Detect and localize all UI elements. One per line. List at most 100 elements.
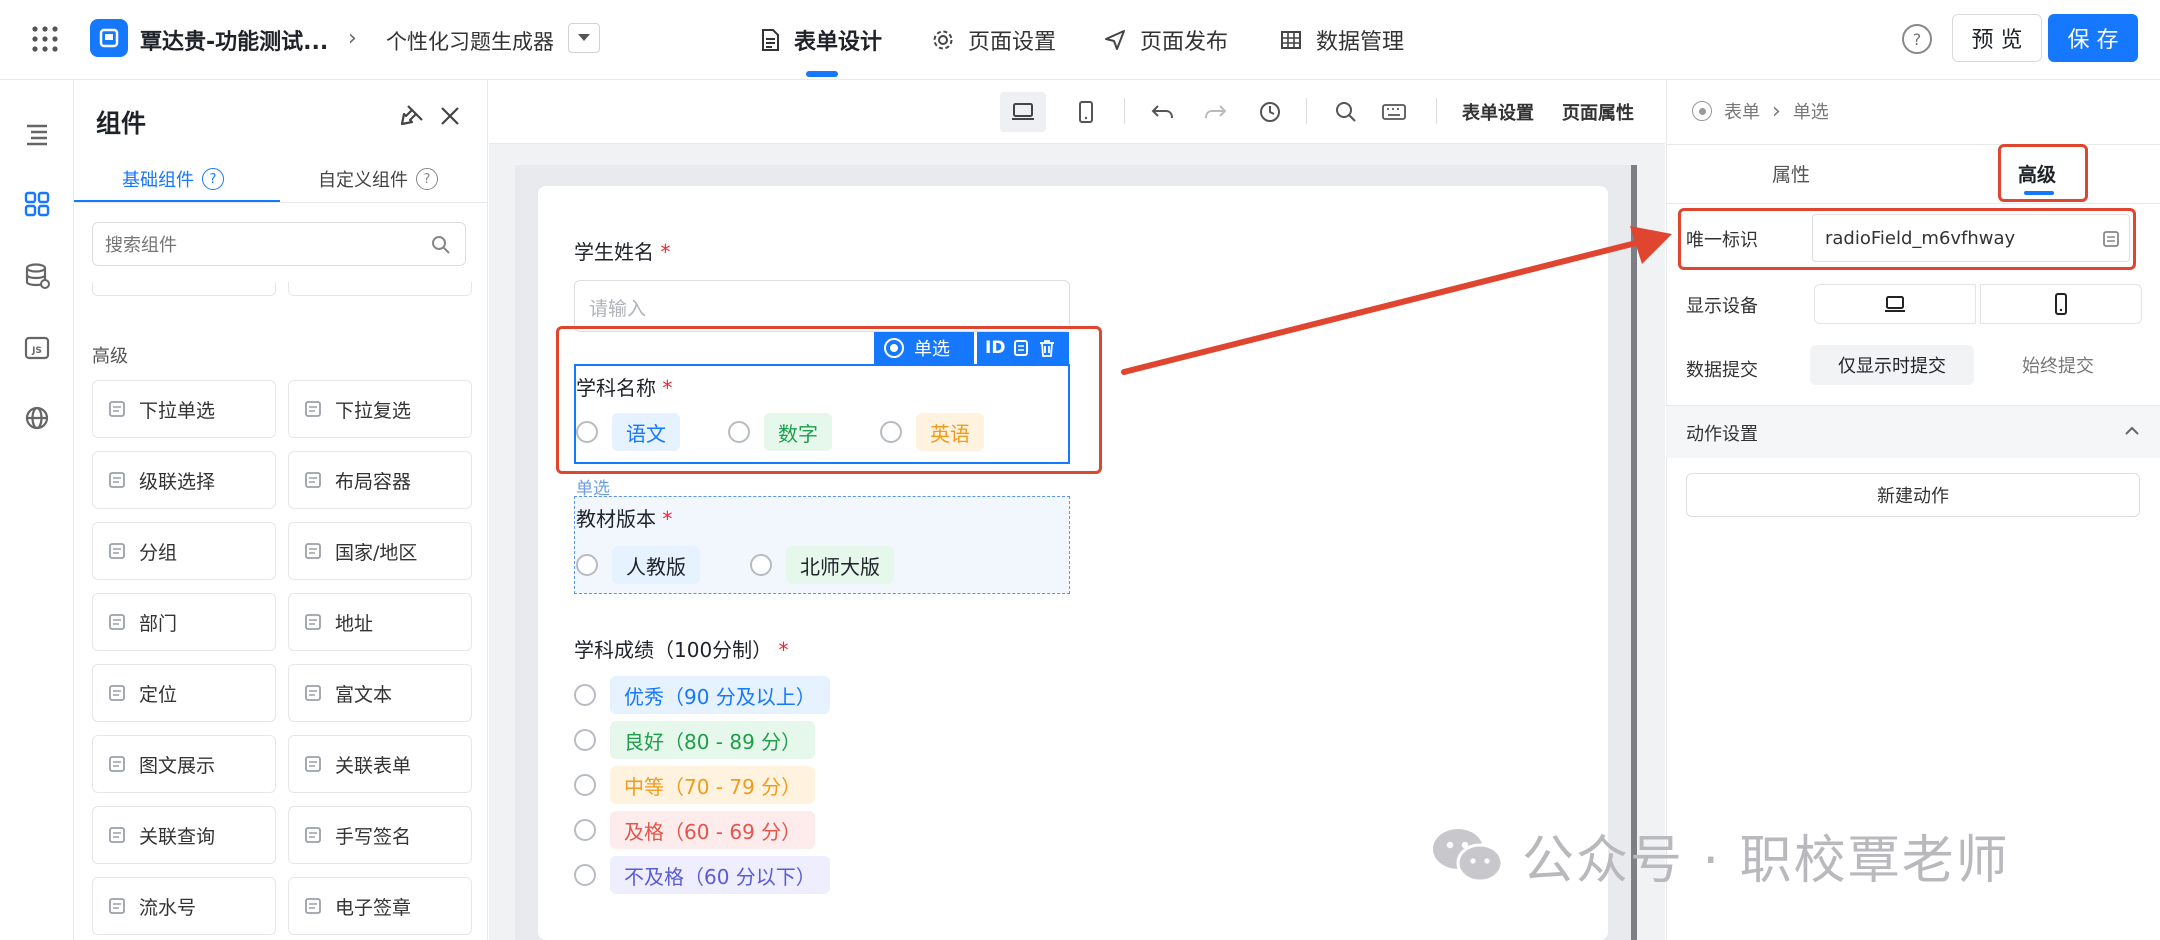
radio-option[interactable]: 中等（70 - 79 分） (574, 766, 816, 804)
apps-grid-icon[interactable] (30, 24, 60, 54)
component-label: 图文展示 (139, 754, 216, 777)
submit-when-visible-option[interactable]: 仅显示时提交 (1810, 345, 1974, 385)
tab-page-publish[interactable]: 页面发布 (1104, 0, 1228, 80)
radio-circle[interactable] (750, 554, 772, 576)
tab-page-settings[interactable]: 页面设置 (932, 0, 1056, 80)
new-action-button[interactable]: 新建动作 (1686, 473, 2140, 517)
components-icon[interactable] (19, 186, 55, 222)
field-label-score: 学科成绩（100分制） * (574, 638, 789, 662)
tab-form-design[interactable]: 表单设计 (760, 0, 882, 80)
component-richtext[interactable]: 富文本 (288, 664, 472, 722)
student-name-input[interactable]: 请输入 (574, 280, 1070, 332)
component-search-box[interactable] (92, 222, 466, 266)
component-label: 国家/地区 (335, 541, 418, 564)
component-dropdown-multi[interactable]: 下拉复选 (288, 380, 472, 438)
signature-icon (303, 825, 323, 845)
page-props-button[interactable]: 页面属性 (1562, 99, 1634, 125)
component-label: 关联查询 (139, 825, 216, 848)
tab-data-management[interactable]: 数据管理 (1280, 0, 1404, 80)
question-icon: ? (416, 168, 438, 190)
submit-always-option[interactable]: 始终提交 (1976, 345, 2140, 385)
form-settings-button[interactable]: 表单设置 (1462, 99, 1534, 125)
radio-option[interactable]: 良好（80 - 89 分） (574, 721, 816, 759)
search-icon[interactable] (1326, 92, 1366, 132)
component-group[interactable]: 分组 (92, 522, 276, 580)
component-signature[interactable]: 手写签名 (288, 806, 472, 864)
component-stamp[interactable]: 电子签章 (288, 877, 472, 935)
component-serial[interactable]: 流水号 (92, 877, 276, 935)
redo-icon[interactable] (1196, 92, 1236, 132)
mobile-icon (2055, 293, 2067, 315)
tab-properties[interactable]: 属性 (1772, 160, 1810, 187)
radio-circle[interactable] (574, 864, 596, 886)
component-card-partial (92, 282, 276, 296)
page-name[interactable]: 个性化习题生成器 (386, 26, 554, 56)
radio-option[interactable]: 及格（60 - 69 分） (574, 811, 816, 849)
link-form-icon (303, 754, 323, 774)
component-label: 富文本 (335, 683, 393, 706)
panel-title: 组件 (96, 109, 147, 138)
breadcrumb: 表单 › 单选 (1692, 98, 1829, 124)
component-link-form[interactable]: 关联表单 (288, 735, 472, 793)
device-mobile-toggle[interactable] (1980, 284, 2142, 324)
radio-option[interactable]: 优秀（90 分及以上） (574, 676, 830, 714)
globe-icon[interactable] (19, 400, 55, 436)
preview-button[interactable]: 预 览 (1952, 14, 2042, 62)
tab-custom-components[interactable]: 自定义组件 ? (318, 166, 438, 192)
option-chip: 北师大版 (786, 546, 894, 584)
outline-icon[interactable] (19, 116, 55, 152)
rpanel-divider (1666, 203, 2160, 204)
device-desktop-toggle[interactable] (1814, 284, 1976, 324)
toolbar-divider (1306, 98, 1307, 124)
table-icon (1281, 31, 1301, 49)
mobile-view-icon[interactable] (1066, 92, 1106, 132)
component-address[interactable]: 地址 (288, 593, 472, 651)
component-image-text[interactable]: 图文展示 (92, 735, 276, 793)
submit-label: 数据提交 (1686, 360, 1758, 381)
help-icon[interactable]: ? (1902, 24, 1932, 54)
annotation-box-tab (1998, 144, 2088, 202)
tab-basic-components[interactable]: 基础组件 ? (122, 166, 224, 192)
annotation-arrow (1121, 226, 1672, 375)
desktop-view-icon[interactable] (1000, 92, 1046, 132)
search-icon[interactable] (431, 235, 451, 255)
save-button[interactable]: 保 存 (2048, 14, 2138, 62)
undo-icon[interactable] (1142, 92, 1182, 132)
radio-circle[interactable] (574, 729, 596, 751)
history-icon[interactable] (1250, 92, 1290, 132)
radio-circle[interactable] (576, 554, 598, 576)
radio-circle[interactable] (574, 819, 596, 841)
radio-option[interactable]: 人教版 (576, 546, 700, 584)
cascade-icon (107, 470, 127, 490)
action-section-header[interactable]: 动作设置 (1666, 406, 2160, 458)
component-globe[interactable]: 国家/地区 (288, 522, 472, 580)
component-cascade[interactable]: 级联选择 (92, 451, 276, 509)
close-icon[interactable] (436, 102, 464, 130)
component-layout[interactable]: 布局容器 (288, 451, 472, 509)
pin-icon[interactable] (398, 102, 426, 130)
component-dropdown-single[interactable]: 下拉单选 (92, 380, 276, 438)
component-location[interactable]: 定位 (92, 664, 276, 722)
page-switch-dropdown[interactable] (568, 23, 600, 53)
radio-option[interactable]: 不及格（60 分以下） (574, 856, 830, 894)
database-icon[interactable] (19, 258, 55, 294)
option-chip: 及格（60 - 69 分） (610, 811, 816, 849)
option-chip: 人教版 (612, 546, 700, 584)
component-link-query[interactable]: 关联查询 (92, 806, 276, 864)
component-label: 流水号 (139, 896, 197, 919)
app-title[interactable]: 覃达贵-功能测试... (140, 24, 328, 56)
link-query-icon (107, 825, 127, 845)
breadcrumb-form[interactable]: 表单 (1724, 98, 1760, 124)
active-tab-indicator (806, 71, 838, 77)
js-code-icon[interactable]: JS (19, 330, 55, 366)
address-icon (303, 612, 323, 632)
gear-icon (933, 30, 953, 50)
radio-circle[interactable] (574, 684, 596, 706)
question-icon: ? (202, 168, 224, 190)
search-input[interactable] (105, 231, 405, 259)
radio-option[interactable]: 北师大版 (750, 546, 894, 584)
keyboard-icon[interactable] (1374, 92, 1414, 132)
breadcrumb-radio: 单选 (1792, 102, 1829, 123)
radio-circle[interactable] (574, 774, 596, 796)
component-department[interactable]: 部门 (92, 593, 276, 651)
